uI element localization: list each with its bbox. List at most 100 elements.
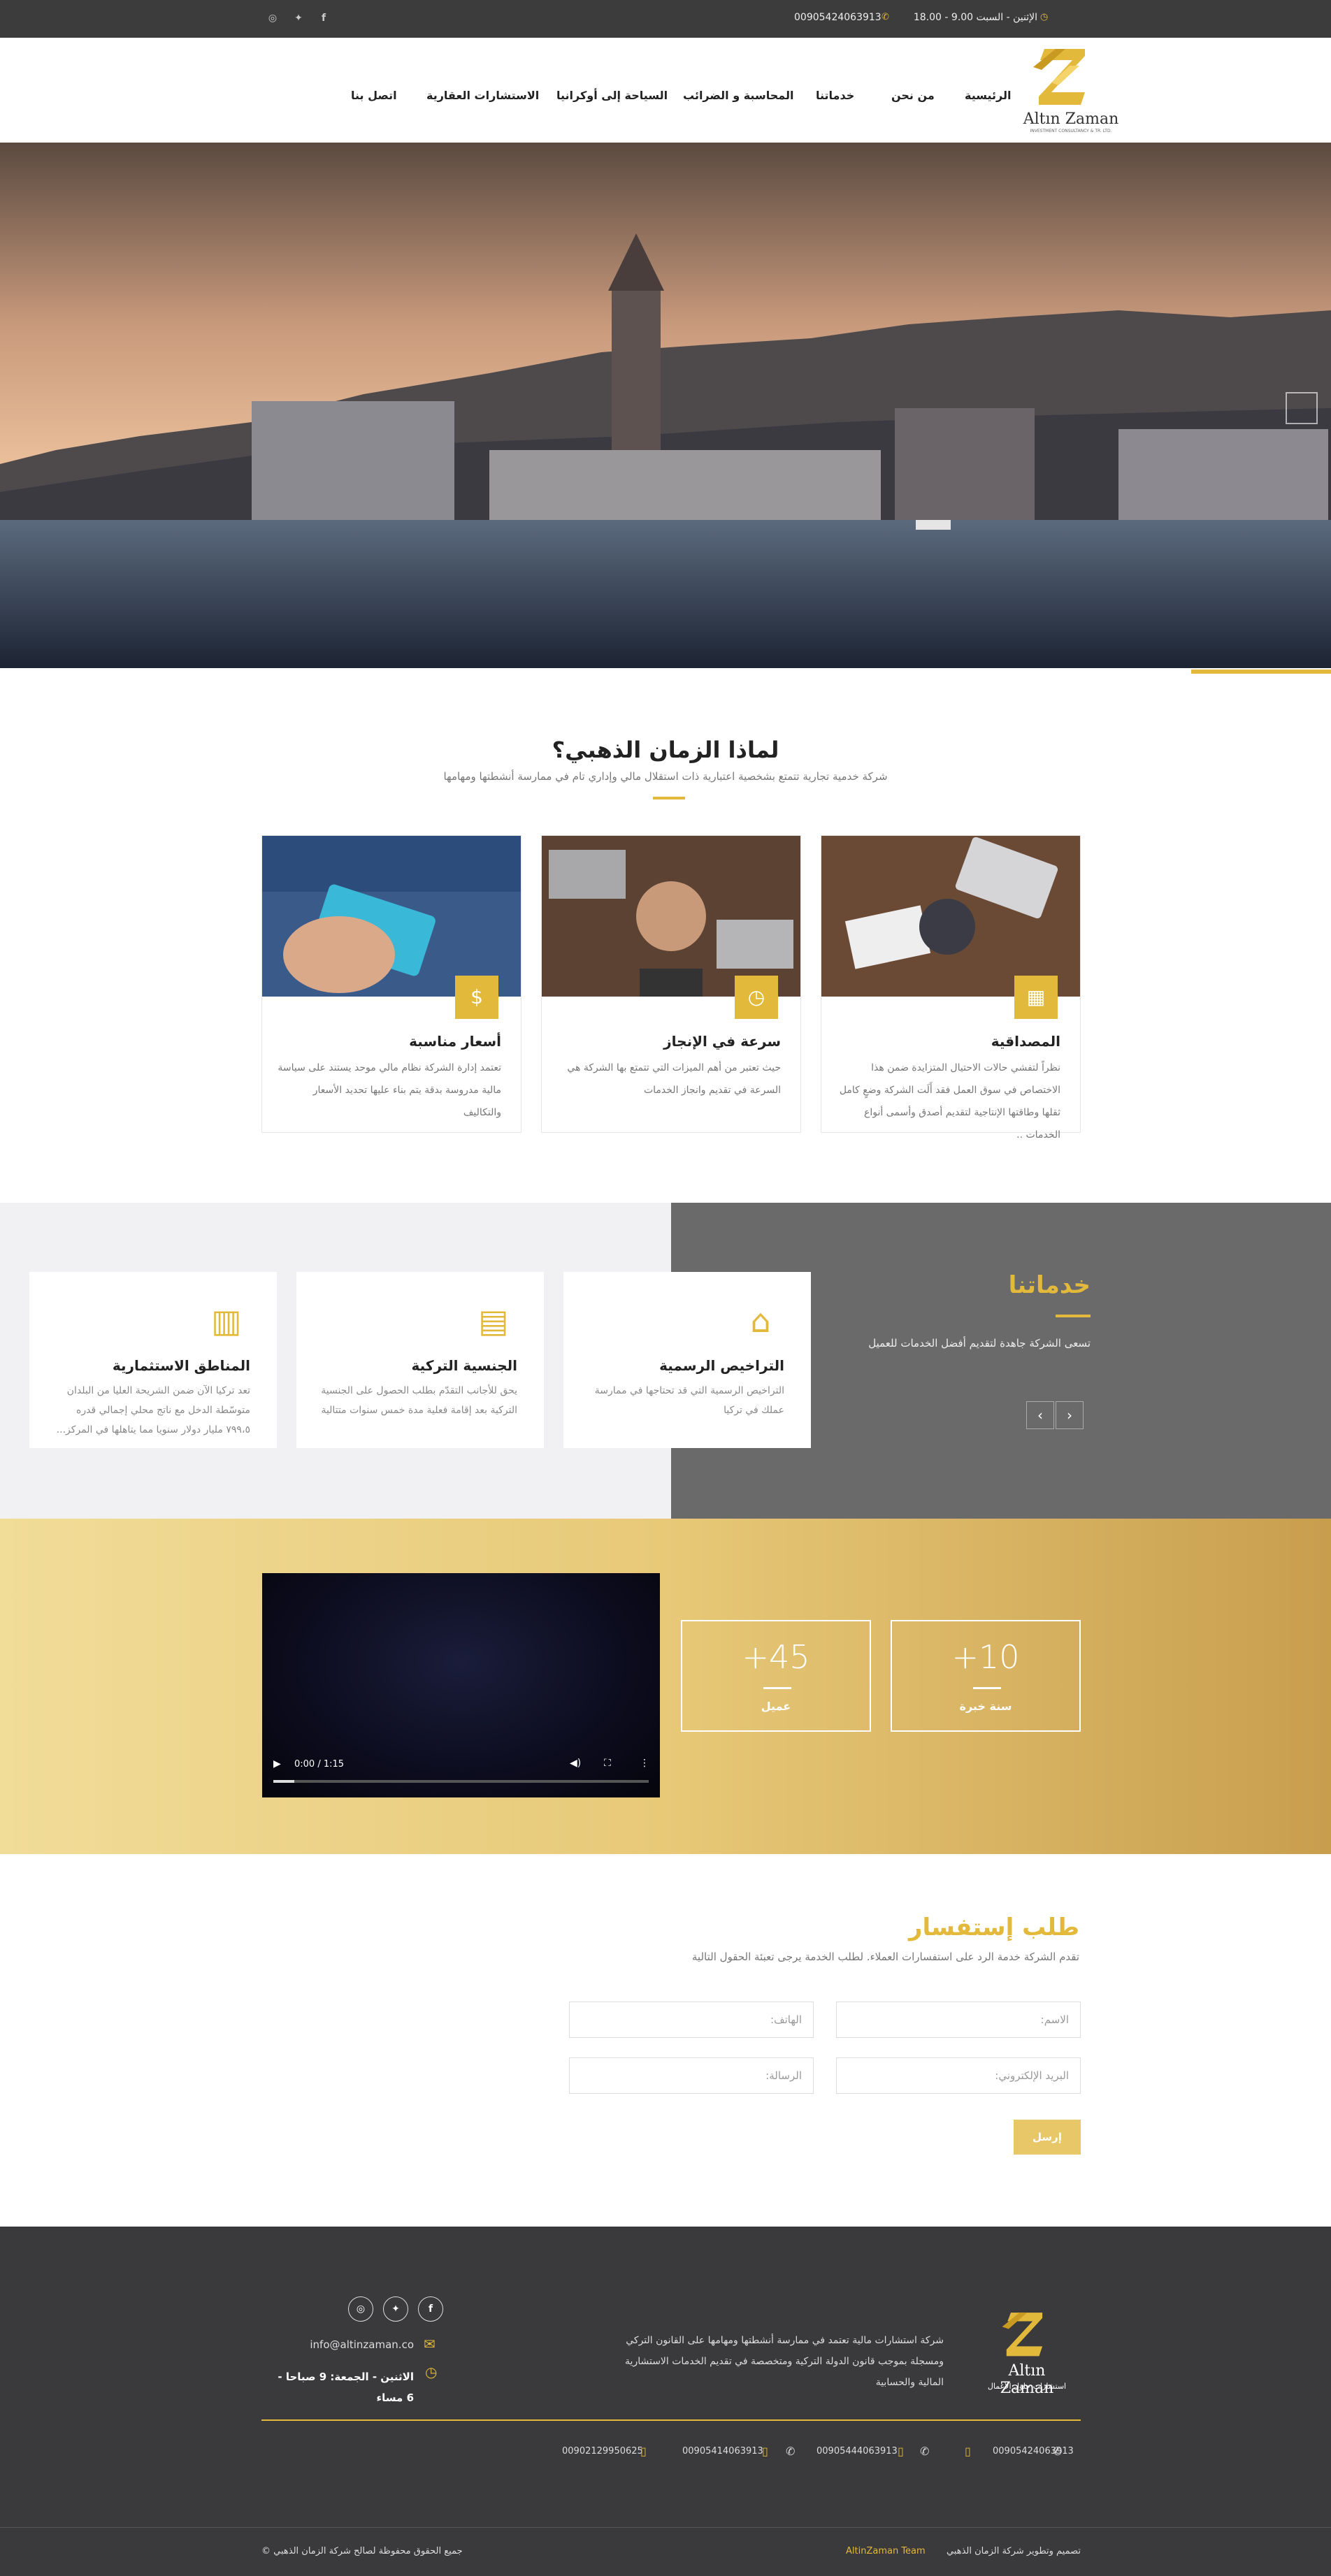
services-next-button[interactable]: ›	[1056, 1401, 1084, 1429]
facebook-icon[interactable]: f	[317, 13, 330, 25]
footer-email[interactable]: info@altinzaman.co	[308, 2338, 414, 2351]
hero-slider[interactable]	[0, 143, 1331, 668]
instagram-icon[interactable]: ◎	[348, 2296, 373, 2322]
services-divider	[1056, 1315, 1091, 1317]
footer-phone-2[interactable]: 00905444063913	[816, 2446, 907, 2456]
clock-icon: ◷	[735, 976, 778, 1019]
footer-hours: الاثنين - الجمعة: 9 صباحا - 6 مساء	[278, 2371, 414, 2404]
stats-section	[0, 1519, 1331, 1854]
bank-icon: ⌂	[750, 1302, 771, 1340]
services-subtitle: تسعى الشركة جاهدة لتقديم أفضل الخدمات لل…	[868, 1337, 1091, 1349]
contact-title: طلب إستفسار	[908, 1913, 1079, 1941]
footer-bottom-divider	[0, 2527, 1331, 2528]
card-title: المصداقية	[991, 1033, 1060, 1050]
whatsapp-icon: ✆	[920, 2445, 930, 2458]
card-title: أسعار مناسبة	[409, 1033, 501, 1050]
phone-field[interactable]: الهاتف:	[569, 2002, 814, 2038]
service-card-citizenship[interactable]: ▤ الجنسية التركية يحق للأجانب التقدّم بط…	[296, 1272, 544, 1448]
video-time: 0:00 / 1:15	[294, 1759, 345, 1770]
why-card-credibility[interactable]: ▦ المصداقية نظراً لتفشي حالات الاحتيال ا…	[821, 835, 1081, 1141]
header: Altın Zaman INVESTMENT CONSULTANCY & TR.…	[0, 38, 1331, 143]
stat-number: +10	[951, 1638, 1020, 1676]
mobile-icon: ▯	[762, 2445, 768, 2458]
stat-clients: +45 عميل	[681, 1620, 871, 1732]
footer-logo-sub: استشارات حلول الأعمال	[987, 2382, 1067, 2391]
service-title: المناطق الاستثمارية	[112, 1357, 250, 1374]
video-progress-track[interactable]	[273, 1780, 649, 1783]
service-card-licenses[interactable]: ⌂ التراخيص الرسمية التراخيص الرسمية التي…	[563, 1272, 811, 1448]
more-options-icon[interactable]: ⋮	[640, 1758, 649, 1769]
book-icon: ▤	[478, 1302, 509, 1340]
nav-accounting[interactable]: المحاسبة و الضرائب	[683, 89, 793, 102]
footer-logo-icon	[1002, 2313, 1043, 2357]
footer-phone-1[interactable]: 00905424063913	[993, 2446, 1084, 2456]
mail-icon: ✉	[424, 2336, 436, 2352]
topbar-phone[interactable]: 00905424063913	[794, 12, 882, 23]
credit-prefix: تصميم وتطوير شركة الزمان الذهبي	[946, 2546, 1081, 2556]
message-field[interactable]: الرسالة:	[569, 2057, 814, 2094]
mobile-icon: ▯	[640, 2445, 647, 2458]
email-field[interactable]: البريد الإلكتروني:	[836, 2057, 1081, 2094]
top-bar: ◎ ✦ f ✆ 00905424063913 ◷ الإثنين - السبت…	[0, 0, 1331, 38]
footer-logo-text: Altın Zaman	[1000, 2362, 1054, 2397]
topbar-hours: الإثنين - السبت 9.00 - 18.00	[913, 12, 1037, 23]
why-title: لماذا الزمان الذهبي؟	[552, 737, 779, 763]
nav-services[interactable]: خدماتنا	[816, 89, 854, 102]
mobile-icon: ▯	[898, 2445, 904, 2458]
service-text: يحق للأجانب التقدّم بطلب الحصول على الجن…	[321, 1385, 517, 1416]
stat-divider	[763, 1687, 791, 1689]
mobile-icon: ▯	[965, 2445, 971, 2458]
nav-real-estate[interactable]: الاستشارات العقارية	[426, 89, 539, 102]
hero-progress-bar	[1191, 670, 1331, 674]
card-text: تعتمد إدارة الشركة نظام مالي موحد يستند …	[278, 1062, 501, 1118]
footer-phone-3[interactable]: 00905414063913	[682, 2446, 773, 2456]
building-icon: ▥	[211, 1302, 242, 1340]
service-title: التراخيص الرسمية	[659, 1357, 784, 1374]
card-text: نظراً لتفشي حالات الاحتيال المتزايدة ضمن…	[839, 1062, 1060, 1141]
card-title: سرعة في الإنجاز	[663, 1033, 781, 1050]
video-player[interactable]: ▶ 0:00 / 1:15 ◀) ⛶ ⋮	[262, 1573, 660, 1797]
clock-icon: ◷	[425, 2364, 438, 2380]
play-icon[interactable]: ▶	[273, 1758, 281, 1770]
logo-mark-icon	[1033, 49, 1085, 105]
clock-icon: ◷	[1040, 12, 1049, 22]
logo[interactable]	[1023, 46, 1091, 112]
service-card-investment[interactable]: ▥ المناطق الاستثمارية تعد تركيا الآن ضمن…	[29, 1272, 277, 1448]
credit-team[interactable]: AltinZaman Team	[846, 2546, 926, 2556]
submit-button[interactable]: إرسل	[1014, 2120, 1081, 2155]
logo-text: Altın Zaman	[1023, 110, 1119, 128]
nav-home[interactable]: الرئيسية	[965, 89, 1012, 102]
name-field[interactable]: الاسم:	[836, 2002, 1081, 2038]
nav-about[interactable]: من نحن	[891, 89, 935, 102]
money-bag-icon: $	[455, 976, 498, 1019]
card-image	[821, 836, 1080, 997]
why-card-speed[interactable]: ◷ سرعة في الإنجاز حيث تعتبر من أهم الميز…	[541, 835, 801, 1133]
footer-divider	[261, 2419, 1081, 2421]
service-text: تعد تركيا الآن ضمن الشريحة العليا من الب…	[56, 1385, 250, 1435]
why-card-prices[interactable]: $ أسعار مناسبة تعتمد إدارة الشركة نظام م…	[261, 835, 521, 1133]
card-image	[542, 836, 800, 997]
facebook-icon[interactable]: f	[418, 2296, 443, 2322]
twitter-icon[interactable]: ✦	[292, 13, 305, 25]
stat-label: سنة خبرة	[959, 1700, 1012, 1713]
fullscreen-icon[interactable]: ⛶	[604, 1758, 611, 1769]
stat-label: عميل	[761, 1700, 791, 1713]
stat-years: +10 سنة خبرة	[891, 1620, 1081, 1732]
contact-subtitle: تقدم الشركة خدمة الرد على استفسارات العم…	[691, 1951, 1079, 1963]
card-image	[262, 836, 521, 997]
card-text: حيث تعتبر من أهم الميزات التي تتمتع بها …	[567, 1062, 781, 1096]
services-prev-button[interactable]: ‹	[1026, 1401, 1054, 1429]
footer-about: شركة استشارات مالية تعتمد في ممارسة أنشط…	[625, 2335, 944, 2388]
stat-number: +45	[742, 1638, 810, 1676]
stat-divider	[973, 1687, 1001, 1689]
services-title: خدماتنا	[1008, 1271, 1091, 1299]
nav-ukraine-tourism[interactable]: السياحة إلى أوكرانيا	[556, 89, 668, 102]
why-divider	[653, 797, 685, 799]
whatsapp-icon: ✆	[882, 12, 889, 22]
footer-phone-4[interactable]: 00902129950625	[562, 2446, 653, 2456]
footer: Altın Zaman استشارات حلول الأعمال شركة ا…	[0, 2227, 1331, 2576]
twitter-icon[interactable]: ✦	[383, 2296, 408, 2322]
nav-contact[interactable]: اتصل بنا	[351, 89, 397, 102]
volume-icon[interactable]: ◀)	[570, 1758, 581, 1769]
instagram-icon[interactable]: ◎	[266, 13, 279, 25]
